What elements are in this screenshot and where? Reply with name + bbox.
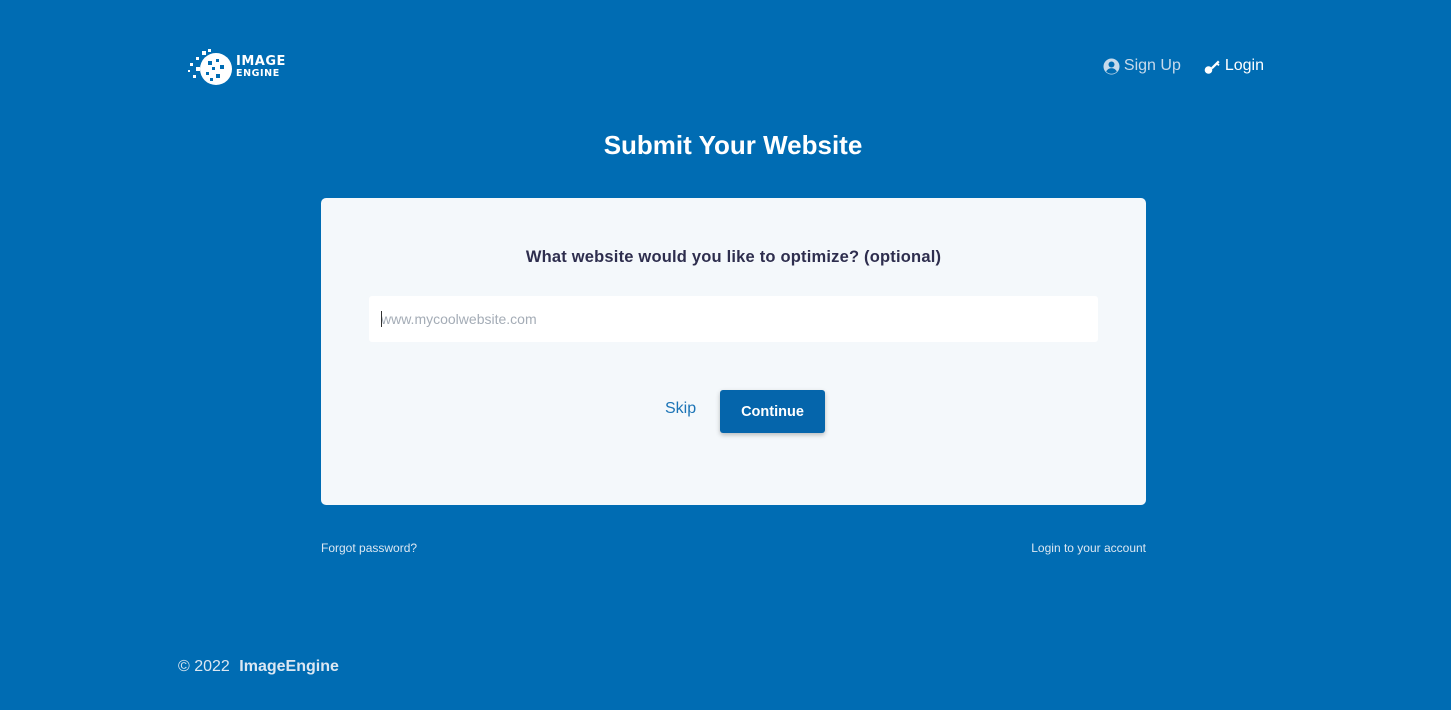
signup-label: Sign Up bbox=[1123, 57, 1181, 74]
question-label: What website would you like to optimize?… bbox=[525, 248, 942, 266]
logo-line1: IMAGE bbox=[236, 54, 286, 70]
submit-website-card: What website would you like to optimize?… bbox=[321, 198, 1146, 505]
top-nav: Sign Up Login bbox=[1103, 57, 1264, 75]
key-icon bbox=[1204, 58, 1221, 75]
logo[interactable]: IMAGE ENGINE bbox=[187, 48, 291, 86]
skip-link[interactable]: Skip bbox=[665, 400, 696, 418]
footer: © 2022 ImageEngine bbox=[178, 658, 339, 676]
website-url-input[interactable] bbox=[369, 296, 1098, 342]
logo-text: IMAGE ENGINE bbox=[236, 55, 286, 79]
login-label: Login bbox=[1224, 57, 1264, 74]
forgot-password-link[interactable]: Forgot password? bbox=[321, 541, 417, 555]
login-link[interactable]: Login bbox=[1204, 57, 1264, 75]
logo-line2: ENGINE bbox=[236, 68, 280, 80]
footer-brand: ImageEngine bbox=[239, 658, 339, 675]
copyright-text: © 2022 bbox=[178, 658, 230, 675]
text-caret bbox=[381, 311, 382, 327]
login-to-account-link[interactable]: Login to your account bbox=[1031, 541, 1146, 555]
user-circle-icon bbox=[1103, 58, 1120, 75]
signup-link[interactable]: Sign Up bbox=[1103, 57, 1181, 75]
image-engine-logo-icon bbox=[188, 49, 232, 85]
page-title: Submit Your Website bbox=[603, 130, 863, 160]
continue-button[interactable]: Continue bbox=[720, 390, 825, 433]
